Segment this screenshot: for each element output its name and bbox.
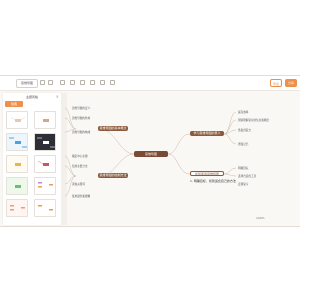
note-text[interactable]: 1. 明确目标，找到适合自己的方法 bbox=[190, 179, 236, 183]
leaf-node[interactable]: 使用颜色和图像 bbox=[72, 194, 90, 198]
leaf-node[interactable]: 确定中心主题 bbox=[72, 154, 88, 158]
leaf-node[interactable]: 提高效率 bbox=[238, 110, 248, 114]
leaf-node[interactable]: 思维导图的作用 bbox=[72, 116, 90, 120]
leaf-node[interactable]: 思维导图的定义 bbox=[72, 106, 90, 110]
root-node[interactable]: 思维导图 bbox=[134, 151, 168, 157]
app-window: 思维导图 导出 分享 主题风格 × 经典 思维导图 思维导图的基本概念 思维导图… bbox=[0, 75, 300, 227]
leaf-node[interactable]: 定期复习 bbox=[238, 182, 248, 186]
leaf-node[interactable]: 增强记忆 bbox=[238, 142, 248, 146]
leaf-node[interactable]: 绘制主要分支 bbox=[72, 164, 88, 168]
leaf-node[interactable]: 激发创造力 bbox=[238, 128, 251, 132]
branch-node[interactable]: 学习思维导图的意义 bbox=[190, 131, 224, 136]
branch-node[interactable]: 思维导图的绘制方法 bbox=[98, 173, 128, 178]
branch-node[interactable]: 思维导图的基本概念 bbox=[98, 126, 128, 131]
leaf-node[interactable]: 帮助理解复杂的信息和概念 bbox=[238, 118, 269, 122]
leaf-node[interactable]: 选择合适的工具 bbox=[238, 174, 256, 178]
leaf-node[interactable]: 添加关键词 bbox=[72, 182, 85, 186]
zoom-level[interactable]: 100% bbox=[256, 216, 265, 220]
leaf-node[interactable]: 思维导图的构成 bbox=[72, 130, 90, 134]
branch-node[interactable]: 如何使用思维导图 bbox=[190, 171, 224, 176]
leaf-node[interactable]: 明确目标 bbox=[238, 166, 248, 170]
